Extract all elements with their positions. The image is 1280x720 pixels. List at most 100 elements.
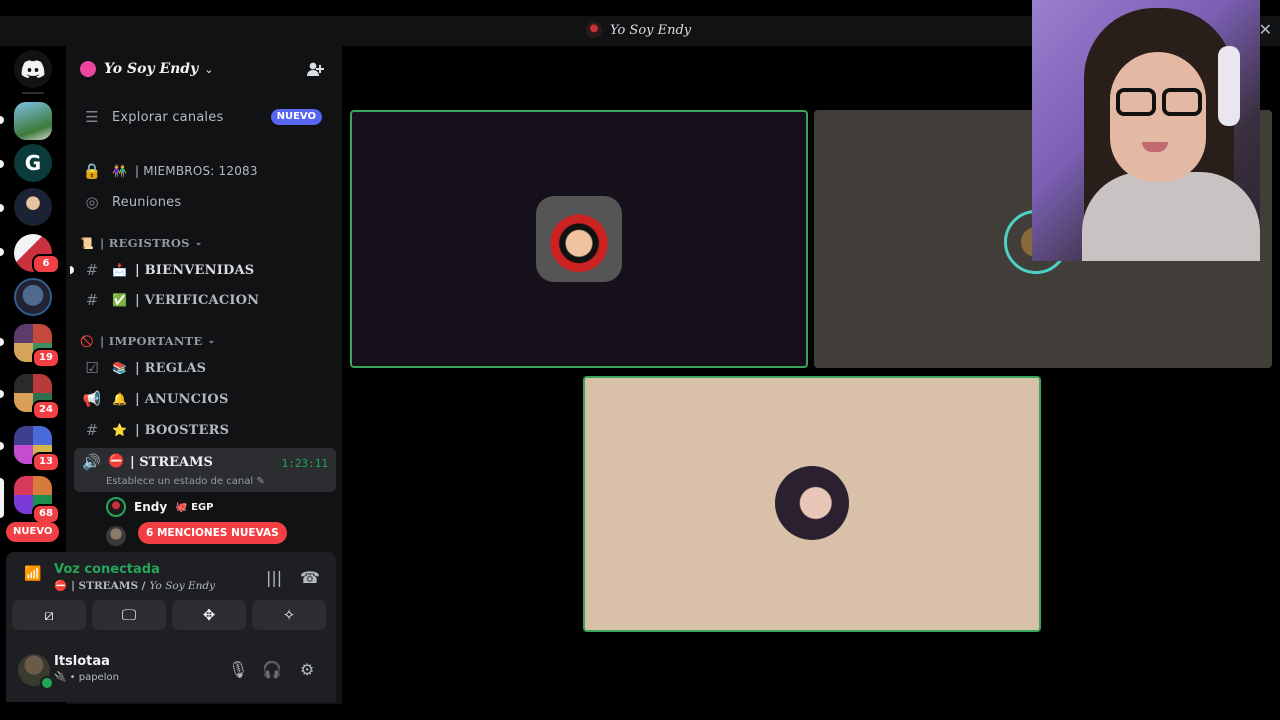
soundboard-button[interactable]: ✧ xyxy=(252,600,326,630)
server-badge-icon xyxy=(80,61,96,77)
new-servers-pill[interactable]: NUEVO xyxy=(6,522,60,542)
channel-emoji: 📚 xyxy=(112,361,127,375)
unread-indicator xyxy=(0,204,4,212)
unread-indicator xyxy=(0,116,4,124)
headphones-icon[interactable]: 🎧 xyxy=(262,660,282,679)
selected-indicator xyxy=(0,478,4,518)
disconnect-icon[interactable]: ☎ xyxy=(300,568,320,587)
server-avatar-icon xyxy=(586,22,602,38)
voice-channel-info[interactable]: ⛔ | STREAMS / Yo Soy Endy xyxy=(54,579,216,593)
hash-icon: # xyxy=(85,421,99,439)
voice-connected-panel: 📶 Voz conectada ⛔ | STREAMS / Yo Soy End… xyxy=(6,552,336,638)
category-importante[interactable]: 🚫 | IMPORTANTE ⌄ xyxy=(80,331,215,351)
members-count: MIEMBROS: 12083 xyxy=(143,164,258,178)
activities-icon: ✥ xyxy=(202,606,216,624)
close-icon[interactable]: ✕ xyxy=(1259,22,1272,38)
participant-avatar xyxy=(775,466,849,540)
rules-icon: ☑ xyxy=(85,359,99,377)
participant-tile-endy[interactable] xyxy=(350,110,808,368)
webcam-glasses-right xyxy=(1162,88,1202,116)
user-panel: Itslotaa 🔌 • papelon 🎙 🎧 ⚙ xyxy=(6,638,336,702)
soundboard-icon: ✧ xyxy=(282,606,296,624)
channel-anuncios[interactable]: 📢 🔔 | ANUNCIOS xyxy=(74,384,336,414)
voice-channel-name: | STREAMS / xyxy=(71,579,146,592)
speaker-icon: 🔊 xyxy=(82,453,101,471)
voice-server-name: Yo Soy Endy xyxy=(149,579,216,592)
voice-user-tag: 🐙 EGP xyxy=(175,501,214,513)
rail-separator xyxy=(22,92,44,94)
new-badge: NUEVO xyxy=(270,109,322,125)
voice-controls: ⧄ 🖵 ✥ ✧ xyxy=(12,600,326,630)
signal-icon[interactable]: 📶 xyxy=(24,566,41,582)
status-emoji: 🔌 xyxy=(54,672,67,683)
members-emoji: 👫 xyxy=(112,164,127,178)
noise-suppression-icon[interactable]: ||| xyxy=(266,568,282,587)
mention-badge: 19 xyxy=(32,348,60,368)
window-title-text: Yo Soy Endy xyxy=(610,22,692,38)
voice-user-name: Endy xyxy=(134,500,168,514)
webcam-body xyxy=(1082,172,1260,261)
settings-gear-icon[interactable]: ⚙ xyxy=(300,660,314,679)
channel-label: | BOOSTERS xyxy=(134,422,230,438)
category-registros[interactable]: 📜 | REGISTROS ⌄ xyxy=(80,233,203,253)
username[interactable]: Itslotaa xyxy=(54,654,110,669)
webcam-glasses-left xyxy=(1116,88,1156,116)
server-icon-3[interactable] xyxy=(14,188,52,226)
mention-badge: 68 xyxy=(32,504,60,524)
server-icon-5[interactable] xyxy=(14,278,52,316)
headset-icon xyxy=(1218,46,1240,126)
members-channel[interactable]: 🔒 👫 | MIEMBROS: 12083 xyxy=(74,156,336,186)
hash-icon: # xyxy=(85,261,99,279)
channel-reglas[interactable]: ☑ 📚 | REGLAS xyxy=(74,353,336,383)
server-header[interactable]: Yo Soy Endy ⌄ xyxy=(66,46,342,92)
discord-home-icon[interactable] xyxy=(14,50,52,88)
channel-label: | REGLAS xyxy=(134,360,207,376)
channel-status-prompt[interactable]: Establece un estado de canal ✎ xyxy=(106,476,265,487)
voice-user-2[interactable] xyxy=(106,524,134,548)
activities-button[interactable]: ✥ xyxy=(172,600,246,630)
channel-emoji: ⛔ xyxy=(108,454,125,469)
microphone-icon[interactable]: 🎙 xyxy=(228,660,248,679)
category-emoji: 🚫 xyxy=(80,334,94,348)
camera-off-button[interactable]: ⧄ xyxy=(12,600,86,630)
server-icon-1[interactable] xyxy=(14,102,52,140)
unread-indicator xyxy=(70,266,74,274)
explore-channels[interactable]: ☰ Explorar canales NUEVO xyxy=(74,102,336,132)
meetings-channel[interactable]: ◎ Reuniones xyxy=(74,187,336,217)
channel-label: | ANUNCIOS xyxy=(134,391,229,407)
channel-emoji: 🔔 xyxy=(112,392,127,406)
server-icon-2[interactable]: G xyxy=(14,144,52,182)
channel-emoji: ✅ xyxy=(112,293,127,307)
webcam-face xyxy=(1110,52,1206,182)
new-mentions-pill[interactable]: 6 MENCIONES NUEVAS xyxy=(138,522,287,544)
participant-tile-3[interactable] xyxy=(583,376,1041,632)
online-status-icon xyxy=(40,676,54,690)
channel-label: | BIENVENIDAS xyxy=(134,262,255,278)
channel-bienvenidas[interactable]: # 📩 | BIENVENIDAS xyxy=(70,255,336,285)
list-icon: ☰ xyxy=(85,108,99,126)
category-label: | IMPORTANTE xyxy=(100,334,203,348)
voice-user-endy[interactable]: Endy 🐙 EGP xyxy=(106,495,213,519)
chevron-down-icon: ⌄ xyxy=(207,336,216,346)
status-text: • papelon xyxy=(69,672,119,683)
channel-emoji: ⭐ xyxy=(112,423,127,437)
channel-emoji: 📩 xyxy=(112,263,127,277)
avatar xyxy=(106,497,126,517)
megaphone-icon: 📢 xyxy=(82,390,102,408)
lock-icon: 🔒 xyxy=(82,162,102,180)
unread-indicator xyxy=(0,442,4,450)
members-label: | MIEMBROS: 12083 xyxy=(134,164,258,178)
channel-verificacion[interactable]: # ✅ | VERIFICACION xyxy=(74,285,336,315)
screen-share-button[interactable]: 🖵 xyxy=(92,600,166,630)
invite-people-icon[interactable] xyxy=(306,60,324,78)
mention-badge: 24 xyxy=(32,400,60,420)
broadcast-icon: ◎ xyxy=(85,193,99,211)
call-timer: 1:23:11 xyxy=(281,457,328,470)
unread-indicator xyxy=(0,338,4,346)
voice-channel-streams[interactable]: 🔊 ⛔ | STREAMS 1:23:11 Establece un estad… xyxy=(74,448,336,492)
voice-status-title[interactable]: Voz conectada xyxy=(54,562,160,577)
avatar xyxy=(106,526,126,546)
webcam-overlay xyxy=(1032,0,1260,261)
channel-boosters[interactable]: # ⭐ | BOOSTERS xyxy=(74,415,336,445)
chevron-down-icon: ⌄ xyxy=(204,62,214,76)
